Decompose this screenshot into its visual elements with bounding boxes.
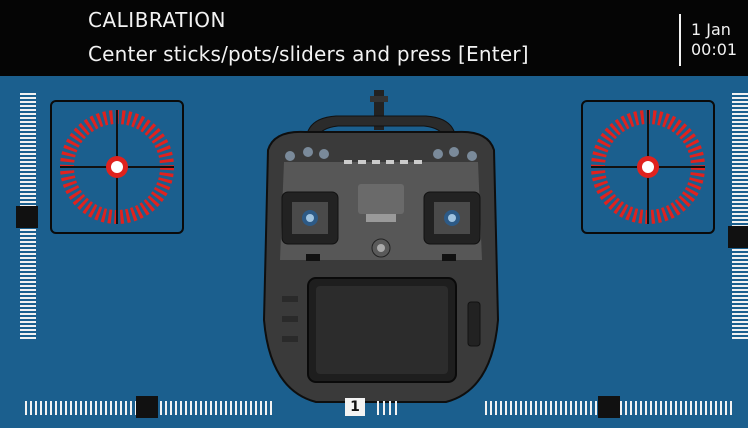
right-slider[interactable] xyxy=(728,92,748,342)
trim-ticks xyxy=(374,398,404,418)
right-slider-ticks xyxy=(732,93,748,339)
left-stick-gimbal xyxy=(60,110,174,224)
date-display: 1 Jan xyxy=(691,20,731,39)
pot1-thumb[interactable] xyxy=(136,396,158,418)
trim-indicator: 1 xyxy=(345,398,365,416)
pot2-thumb[interactable] xyxy=(598,396,620,418)
left-slider-thumb[interactable] xyxy=(16,206,38,228)
right-stick-box[interactable] xyxy=(581,100,715,234)
transmitter-image xyxy=(246,90,516,412)
pot1-slider[interactable] xyxy=(24,396,276,418)
header-bar: CALIBRATION Center sticks/pots/sliders a… xyxy=(0,0,748,76)
time-display: 00:01 xyxy=(691,40,738,59)
instruction-text: Center sticks/pots/sliders and press [En… xyxy=(88,42,529,66)
header-divider xyxy=(679,14,681,66)
page-title: CALIBRATION xyxy=(88,8,226,32)
calibration-area: 1 xyxy=(0,76,748,428)
left-slider[interactable] xyxy=(16,92,38,342)
pot2-slider[interactable] xyxy=(484,396,732,418)
right-stick-gimbal xyxy=(591,110,705,224)
right-slider-thumb[interactable] xyxy=(728,226,748,248)
left-stick-box[interactable] xyxy=(50,100,184,234)
